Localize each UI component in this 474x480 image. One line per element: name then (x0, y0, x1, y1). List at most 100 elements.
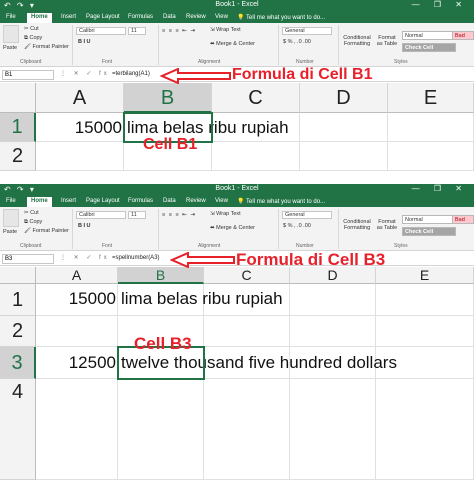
tab-review[interactable]: Review (186, 198, 206, 204)
window-controls[interactable]: — ❐ ✕ (412, 184, 468, 193)
column-header-a[interactable]: A (36, 267, 118, 284)
cell-d1[interactable] (290, 284, 376, 316)
tab-file[interactable]: File (6, 14, 16, 20)
row-header-2[interactable]: 2 (0, 142, 36, 171)
tell-me-box[interactable]: 💡 Tell me what you want to do... (237, 198, 325, 205)
tab-review[interactable]: Review (186, 14, 206, 20)
row-header-2[interactable]: 2 (0, 316, 36, 347)
select-all-corner[interactable] (0, 83, 36, 113)
cell-e2[interactable] (388, 142, 474, 171)
tab-page-layout[interactable]: Page Layout (86, 14, 120, 20)
cell-a2[interactable] (36, 316, 118, 347)
cell-e2[interactable] (376, 316, 474, 347)
paste-button[interactable]: Paste (3, 45, 17, 51)
copy-button[interactable]: ⧉ Copy (24, 35, 42, 42)
font-name-combo[interactable]: Calibri (76, 211, 126, 219)
cell-d4[interactable] (290, 379, 376, 480)
formula-input[interactable]: =spellnumber(A3) (112, 255, 160, 261)
name-box[interactable]: B3 (2, 254, 54, 264)
cell-d1[interactable] (300, 113, 388, 142)
style-check-cell[interactable]: Check Cell (402, 227, 456, 236)
row-header-4[interactable]: 4 (0, 379, 36, 480)
tell-me-box[interactable]: 💡 Tell me what you want to do... (237, 14, 325, 21)
copy-label: Copy (29, 219, 43, 225)
cell-c2[interactable] (204, 316, 290, 347)
cell-c2[interactable] (212, 142, 300, 171)
column-header-b[interactable]: B (118, 267, 204, 284)
paste-button[interactable]: Paste (3, 229, 17, 235)
cut-button[interactable]: ✂ Cut (24, 26, 39, 32)
merge-center-button[interactable]: ⬌ Merge & Center (210, 225, 255, 231)
conditional-formatting-button[interactable]: Conditional Formatting (342, 219, 372, 231)
window-controls[interactable]: — ❐ ✕ (412, 0, 468, 9)
tab-data[interactable]: Data (163, 14, 176, 20)
tab-formulas[interactable]: Formulas (128, 198, 153, 204)
formula-input[interactable]: =terbilang(A1) (112, 71, 150, 77)
formula-bar-icons[interactable]: ⋮ ✕ ✓ fx (60, 254, 110, 261)
row-header-1[interactable]: 1 (0, 284, 36, 316)
ribbon-tabs: File Home Insert Page Layout Formulas Da… (0, 12, 474, 23)
paste-icon[interactable] (3, 209, 19, 227)
align-icons[interactable]: ≡ ≡ ≡ ⇤ ⇥ (162, 28, 196, 34)
tab-insert[interactable]: Insert (61, 14, 76, 20)
paste-icon[interactable] (3, 25, 19, 43)
cell-e4[interactable] (376, 379, 474, 480)
tab-view[interactable]: View (215, 198, 228, 204)
format-as-table-button[interactable]: Format as Table (375, 35, 399, 47)
copy-button[interactable]: ⧉ Copy (24, 219, 42, 226)
font-style-buttons[interactable]: B I U (78, 39, 91, 45)
column-header-a[interactable]: A (36, 83, 124, 113)
cell-c4[interactable] (204, 379, 290, 480)
annotation-cell-label: Cell B1 (143, 136, 198, 153)
cut-button[interactable]: ✂ Cut (24, 210, 39, 216)
title-bar: ↶ ↷ ▾ Book1 - Excel — ❐ ✕ (0, 184, 474, 196)
select-all-corner[interactable] (0, 267, 36, 284)
font-style-buttons[interactable]: B I U (78, 223, 91, 229)
separator (278, 209, 279, 249)
cell-e1[interactable] (376, 284, 474, 316)
cell-e1[interactable] (388, 113, 474, 142)
merge-center-button[interactable]: ⬌ Merge & Center (210, 41, 255, 47)
formula-bar-icons[interactable]: ⋮ ✕ ✓ fx (60, 70, 110, 77)
column-header-b[interactable]: B (124, 83, 212, 113)
column-header-e[interactable]: E (376, 267, 474, 284)
format-as-table-button[interactable]: Format as Table (375, 219, 399, 231)
column-header-c[interactable]: C (212, 83, 300, 113)
font-size-combo[interactable]: 11 (128, 27, 146, 35)
wrap-text-button[interactable]: ⇲ Wrap Text (210, 211, 241, 217)
tab-home[interactable]: Home (27, 13, 52, 23)
cell-d2[interactable] (290, 316, 376, 347)
align-icons[interactable]: ≡ ≡ ≡ ⇤ ⇥ (162, 212, 196, 218)
column-header-d[interactable]: D (300, 83, 388, 113)
tab-page-layout[interactable]: Page Layout (86, 198, 120, 204)
wrap-text-button[interactable]: ⇲ Wrap Text (210, 27, 241, 33)
tab-view[interactable]: View (215, 14, 228, 20)
number-format-combo[interactable]: General (282, 27, 332, 35)
number-format-tools[interactable]: $ % , .0 .00 (283, 223, 311, 229)
number-format-tools[interactable]: $ % , .0 .00 (283, 39, 311, 45)
format-painter-button[interactable]: 🖌 Format Painter (24, 228, 69, 234)
number-format-combo[interactable]: General (282, 211, 332, 219)
style-bad[interactable]: Bad (452, 31, 474, 40)
style-bad[interactable]: Bad (452, 215, 474, 224)
tab-data[interactable]: Data (163, 198, 176, 204)
font-size-combo[interactable]: 11 (128, 211, 146, 219)
tab-file[interactable]: File (6, 198, 16, 204)
style-normal[interactable]: Normal (402, 215, 456, 224)
name-box[interactable]: B1 (2, 70, 54, 80)
style-check-cell[interactable]: Check Cell (402, 43, 456, 52)
cell-a4[interactable] (36, 379, 118, 480)
column-header-e[interactable]: E (388, 83, 474, 113)
row-header-1[interactable]: 1 (0, 113, 36, 142)
format-painter-button[interactable]: 🖌 Format Painter (24, 44, 69, 50)
row-header-3[interactable]: 3 (0, 347, 36, 379)
font-name-combo[interactable]: Calibri (76, 27, 126, 35)
conditional-formatting-button[interactable]: Conditional Formatting (342, 35, 372, 47)
cell-a2[interactable] (36, 142, 124, 171)
cell-d2[interactable] (300, 142, 388, 171)
cell-b4[interactable] (118, 379, 204, 480)
style-normal[interactable]: Normal (402, 31, 456, 40)
tab-formulas[interactable]: Formulas (128, 14, 153, 20)
tab-home[interactable]: Home (27, 197, 52, 207)
tab-insert[interactable]: Insert (61, 198, 76, 204)
